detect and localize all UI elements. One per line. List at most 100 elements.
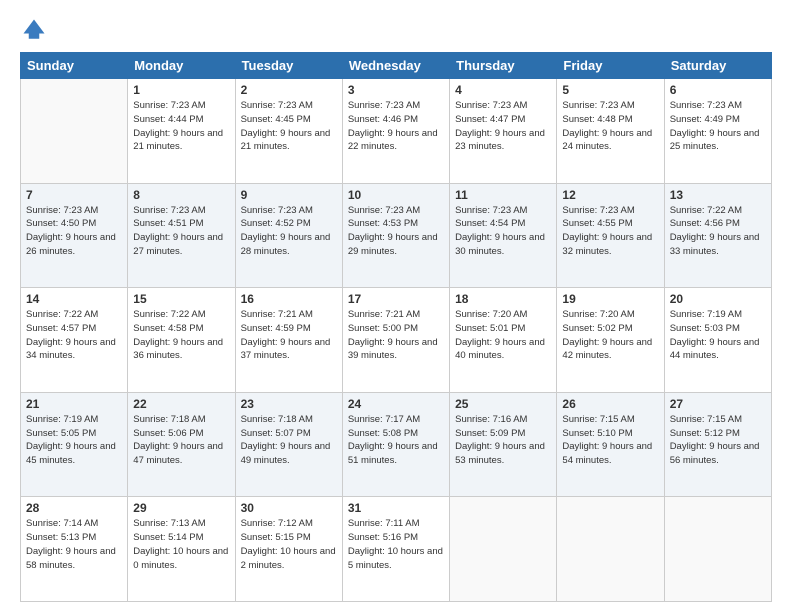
day-number: 16 — [241, 292, 337, 306]
day-info: Sunrise: 7:23 AMSunset: 4:49 PMDaylight:… — [670, 99, 766, 154]
day-info: Sunrise: 7:16 AMSunset: 5:09 PMDaylight:… — [455, 413, 551, 468]
page: SundayMondayTuesdayWednesdayThursdayFrid… — [0, 0, 792, 612]
logo — [20, 16, 52, 44]
day-number: 3 — [348, 83, 444, 97]
day-number: 25 — [455, 397, 551, 411]
calendar-header-row: SundayMondayTuesdayWednesdayThursdayFrid… — [21, 53, 772, 79]
calendar-cell: 26Sunrise: 7:15 AMSunset: 5:10 PMDayligh… — [557, 392, 664, 497]
logo-icon — [20, 16, 48, 44]
calendar-cell: 7 Sunrise: 7:23 AMSunset: 4:50 PMDaylight… — [21, 183, 128, 288]
day-info: Sunrise: 7:18 AMSunset: 5:07 PMDaylight:… — [241, 413, 337, 468]
day-info: Sunrise: 7:23 AMSunset: 4:46 PMDaylight:… — [348, 99, 444, 154]
calendar-cell: 20 Sunrise: 7:19 AMSunset: 5:03 PMDayligh… — [664, 288, 771, 393]
calendar-cell: 8 Sunrise: 7:23 AMSunset: 4:51 PMDaylight… — [128, 183, 235, 288]
day-info: Sunrise: 7:22 AMSunset: 4:56 PMDaylight:… — [670, 204, 766, 259]
day-info: Sunrise: 7:20 AMSunset: 5:01 PMDaylight:… — [455, 308, 551, 363]
day-number: 26 — [562, 397, 658, 411]
day-number: 8 — [133, 188, 229, 202]
calendar-cell: 17 Sunrise: 7:21 AMSunset: 5:00 PMDayligh… — [342, 288, 449, 393]
calendar-cell: 1 Sunrise: 7:23 AMSunset: 4:44 PMDaylight… — [128, 79, 235, 184]
calendar-cell: 11Sunrise: 7:23 AMSunset: 4:54 PMDayligh… — [450, 183, 557, 288]
day-info: Sunrise: 7:23 AMSunset: 4:53 PMDaylight:… — [348, 204, 444, 259]
day-number: 28 — [26, 501, 122, 515]
day-number: 6 — [670, 83, 766, 97]
calendar-header-friday: Friday — [557, 53, 664, 79]
day-info: Sunrise: 7:22 AMSunset: 4:57 PMDaylight:… — [26, 308, 122, 363]
calendar-cell: 28 Sunrise: 7:14 AMSunset: 5:13 PMDayligh… — [21, 497, 128, 602]
day-number: 4 — [455, 83, 551, 97]
day-number: 31 — [348, 501, 444, 515]
calendar-cell: 13 Sunrise: 7:22 AMSunset: 4:56 PMDayligh… — [664, 183, 771, 288]
calendar-cell: 31 Sunrise: 7:11 AMSunset: 5:16 PMDayligh… — [342, 497, 449, 602]
calendar-cell — [664, 497, 771, 602]
day-info: Sunrise: 7:21 AMSunset: 5:00 PMDaylight:… — [348, 308, 444, 363]
calendar-cell: 5Sunrise: 7:23 AMSunset: 4:48 PMDaylight… — [557, 79, 664, 184]
calendar-header-monday: Monday — [128, 53, 235, 79]
calendar-cell: 15Sunrise: 7:22 AMSunset: 4:58 PMDayligh… — [128, 288, 235, 393]
day-info: Sunrise: 7:11 AMSunset: 5:16 PMDaylight:… — [348, 517, 444, 572]
calendar-week-row: 14 Sunrise: 7:22 AMSunset: 4:57 PMDayligh… — [21, 288, 772, 393]
day-info: Sunrise: 7:15 AMSunset: 5:12 PMDaylight:… — [670, 413, 766, 468]
calendar-table: SundayMondayTuesdayWednesdayThursdayFrid… — [20, 52, 772, 602]
header — [20, 16, 772, 44]
day-info: Sunrise: 7:23 AMSunset: 4:51 PMDaylight:… — [133, 204, 229, 259]
day-number: 11 — [455, 188, 551, 202]
day-number: 13 — [670, 188, 766, 202]
day-info: Sunrise: 7:23 AMSunset: 4:50 PMDaylight:… — [26, 204, 122, 259]
calendar-header-thursday: Thursday — [450, 53, 557, 79]
calendar-cell: 29Sunrise: 7:13 AMSunset: 5:14 PMDayligh… — [128, 497, 235, 602]
calendar-cell: 4Sunrise: 7:23 AMSunset: 4:47 PMDaylight… — [450, 79, 557, 184]
day-number: 23 — [241, 397, 337, 411]
day-info: Sunrise: 7:12 AMSunset: 5:15 PMDaylight:… — [241, 517, 337, 572]
day-number: 15 — [133, 292, 229, 306]
calendar-cell: 18Sunrise: 7:20 AMSunset: 5:01 PMDayligh… — [450, 288, 557, 393]
calendar-cell: 14 Sunrise: 7:22 AMSunset: 4:57 PMDayligh… — [21, 288, 128, 393]
calendar-cell: 27 Sunrise: 7:15 AMSunset: 5:12 PMDayligh… — [664, 392, 771, 497]
day-number: 22 — [133, 397, 229, 411]
day-number: 20 — [670, 292, 766, 306]
day-info: Sunrise: 7:23 AMSunset: 4:45 PMDaylight:… — [241, 99, 337, 154]
day-info: Sunrise: 7:18 AMSunset: 5:06 PMDaylight:… — [133, 413, 229, 468]
calendar-cell: 19Sunrise: 7:20 AMSunset: 5:02 PMDayligh… — [557, 288, 664, 393]
calendar-cell — [21, 79, 128, 184]
day-info: Sunrise: 7:14 AMSunset: 5:13 PMDaylight:… — [26, 517, 122, 572]
calendar-header-saturday: Saturday — [664, 53, 771, 79]
day-number: 1 — [133, 83, 229, 97]
calendar-cell: 22 Sunrise: 7:18 AMSunset: 5:06 PMDayligh… — [128, 392, 235, 497]
day-info: Sunrise: 7:23 AMSunset: 4:44 PMDaylight:… — [133, 99, 229, 154]
day-info: Sunrise: 7:21 AMSunset: 4:59 PMDaylight:… — [241, 308, 337, 363]
day-number: 2 — [241, 83, 337, 97]
day-number: 9 — [241, 188, 337, 202]
calendar-week-row: 28 Sunrise: 7:14 AMSunset: 5:13 PMDayligh… — [21, 497, 772, 602]
day-number: 30 — [241, 501, 337, 515]
calendar-cell: 25 Sunrise: 7:16 AMSunset: 5:09 PMDayligh… — [450, 392, 557, 497]
day-number: 10 — [348, 188, 444, 202]
day-info: Sunrise: 7:13 AMSunset: 5:14 PMDaylight:… — [133, 517, 229, 572]
day-number: 7 — [26, 188, 122, 202]
calendar-cell: 9Sunrise: 7:23 AMSunset: 4:52 PMDaylight… — [235, 183, 342, 288]
day-info: Sunrise: 7:17 AMSunset: 5:08 PMDaylight:… — [348, 413, 444, 468]
calendar-week-row: 1 Sunrise: 7:23 AMSunset: 4:44 PMDaylight… — [21, 79, 772, 184]
calendar-week-row: 21Sunrise: 7:19 AMSunset: 5:05 PMDayligh… — [21, 392, 772, 497]
day-number: 14 — [26, 292, 122, 306]
day-number: 17 — [348, 292, 444, 306]
day-number: 24 — [348, 397, 444, 411]
calendar-cell: 30 Sunrise: 7:12 AMSunset: 5:15 PMDayligh… — [235, 497, 342, 602]
day-number: 27 — [670, 397, 766, 411]
calendar-cell: 23 Sunrise: 7:18 AMSunset: 5:07 PMDayligh… — [235, 392, 342, 497]
calendar-cell: 2 Sunrise: 7:23 AMSunset: 4:45 PMDaylight… — [235, 79, 342, 184]
calendar-cell — [557, 497, 664, 602]
calendar-header-sunday: Sunday — [21, 53, 128, 79]
calendar-cell: 16 Sunrise: 7:21 AMSunset: 4:59 PMDayligh… — [235, 288, 342, 393]
day-number: 19 — [562, 292, 658, 306]
calendar-header-wednesday: Wednesday — [342, 53, 449, 79]
calendar-cell: 21Sunrise: 7:19 AMSunset: 5:05 PMDayligh… — [21, 392, 128, 497]
day-info: Sunrise: 7:23 AMSunset: 4:55 PMDaylight:… — [562, 204, 658, 259]
calendar-cell: 10 Sunrise: 7:23 AMSunset: 4:53 PMDayligh… — [342, 183, 449, 288]
calendar-cell: 6 Sunrise: 7:23 AMSunset: 4:49 PMDaylight… — [664, 79, 771, 184]
day-info: Sunrise: 7:19 AMSunset: 5:03 PMDaylight:… — [670, 308, 766, 363]
calendar-cell: 3 Sunrise: 7:23 AMSunset: 4:46 PMDaylight… — [342, 79, 449, 184]
day-number: 5 — [562, 83, 658, 97]
calendar-header-tuesday: Tuesday — [235, 53, 342, 79]
calendar-cell: 12Sunrise: 7:23 AMSunset: 4:55 PMDayligh… — [557, 183, 664, 288]
